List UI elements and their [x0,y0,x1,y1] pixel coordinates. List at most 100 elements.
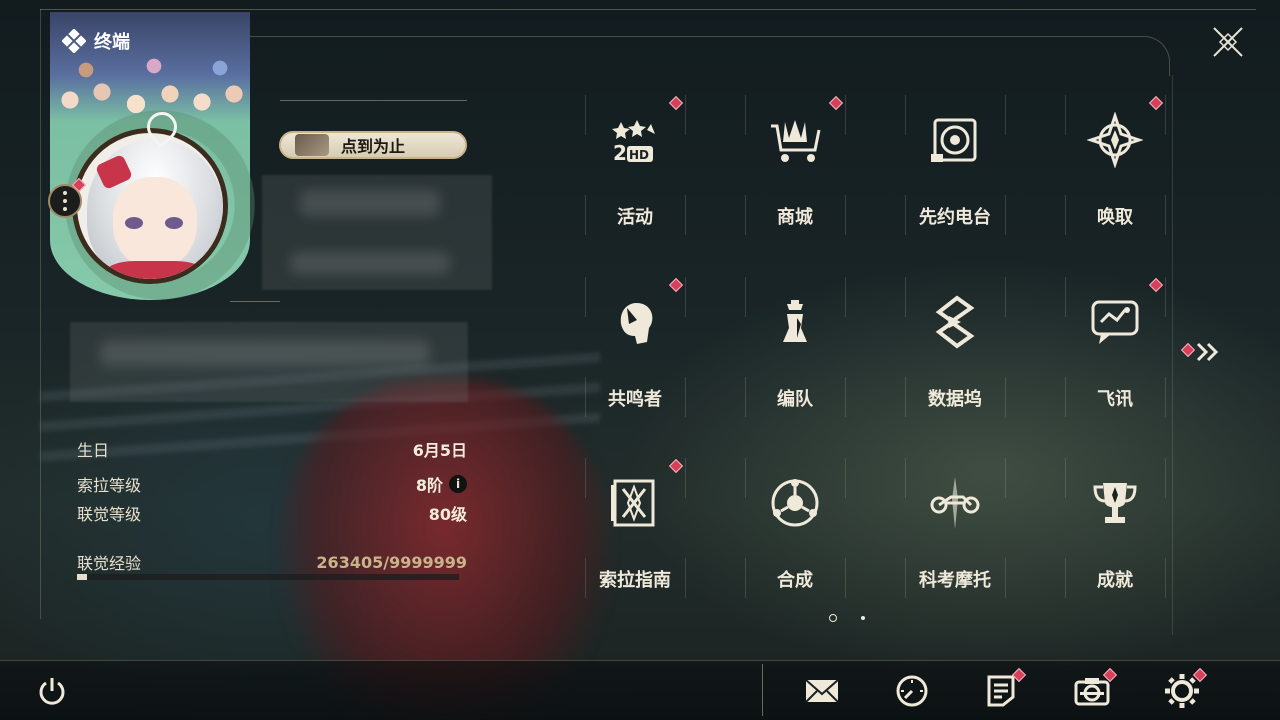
cell-frame-tick [685,195,686,235]
cell-frame-tick [1005,195,1006,235]
menu-item-resonator-head[interactable]: 共鸣者 [585,277,745,417]
team-chess-icon [767,294,823,350]
stat-sol-level: 索拉等级 8阶 i [77,472,467,496]
cell-frame-tick [905,458,906,498]
cell-frame-tick [1065,458,1066,498]
frame-inner-border [250,36,1170,76]
cell-frame-tick [745,458,746,498]
cell-frame-tick [1005,95,1006,135]
menu-item-motorbike[interactable]: 科考摩托 [905,458,1065,598]
menu-item-label: 成就 [1097,570,1133,591]
menu-item-shop-cart[interactable]: 商城 [745,95,905,235]
notice-button[interactable] [982,667,1027,710]
event-2hd-icon: 2 HD [607,112,663,168]
settings-button[interactable] [1163,667,1208,710]
menu-item-label: 活动 [617,207,653,228]
menu-item-label: 索拉指南 [599,570,671,591]
menu-item-label: 科考摩托 [919,570,991,591]
cell-frame-tick [1065,277,1066,317]
exp-progress-fill [77,574,88,580]
exp-progress-bar [77,574,459,580]
cell-frame-tick [685,458,686,498]
title-badge-button[interactable]: 点到为止 [279,131,467,159]
menu-item-synthesis[interactable]: 合成 [745,458,905,598]
motorbike-icon [927,475,983,531]
cell-frame-tick [585,458,586,498]
blurred-signature [100,340,430,366]
cell-frame-tick [685,277,686,317]
menu-item-label: 数据坞 [928,389,982,410]
cell-frame-tick [685,95,686,135]
cell-frame-tick [745,95,746,135]
bottom-divider [762,664,763,716]
cell-frame-tick [1005,277,1006,317]
exp-label: 联觉经验 [77,554,142,573]
cell-frame-tick [845,95,846,135]
close-icon [1213,27,1243,57]
data-bank-icon [927,294,983,350]
alert-dot [668,95,684,111]
mail-button[interactable] [803,672,841,710]
cell-frame-tick [1165,377,1166,417]
convene-compass-icon [1086,111,1144,169]
exp-value: 263405/9999999 [316,552,467,572]
stat-union-level: 联觉等级 80级 [77,501,467,525]
cell-frame-tick [1165,458,1166,498]
close-button[interactable] [1208,22,1248,62]
cell-frame-tick [845,458,846,498]
cell-frame-tick [905,277,906,317]
synthesis-icon [767,475,823,531]
menu-item-label: 唤取 [1097,207,1133,228]
cell-frame-tick [905,95,906,135]
power-button[interactable] [35,674,69,708]
camera-button[interactable] [1073,667,1118,710]
radio-icon [927,112,983,168]
cell-frame-tick [1165,277,1166,317]
cell-frame-tick [1005,458,1006,498]
page-title: 终端 [62,28,130,54]
badge-thumbnail [295,134,329,156]
shop-cart-icon [767,112,823,168]
time-button[interactable] [893,672,931,710]
power-icon [39,678,65,705]
frame-line-left [40,9,41,619]
menu-item-guidebook[interactable]: 索拉指南 [585,458,745,598]
svg-text:HD: HD [629,148,649,162]
frame-line-top [40,9,1256,10]
menu-item-trophy[interactable]: 成就 [1065,458,1225,598]
menu-item-label: 飞讯 [1097,389,1133,410]
alert-dot [1148,277,1164,293]
svg-text:2: 2 [613,141,627,165]
cell-frame-tick [845,277,846,317]
menu-item-team-chess[interactable]: 编队 [745,277,905,417]
stat-value: 80级 [428,505,467,524]
next-page-arrow-icon[interactable] [1196,340,1222,368]
menu-item-convene-compass[interactable]: 唤取 [1065,95,1225,235]
stat-birthday: 生日 6月5日 [77,437,467,461]
cell-frame-tick [1165,558,1166,598]
page-title-text: 终端 [94,32,130,53]
menu-item-label: 先约电台 [919,207,991,228]
guidebook-icon [607,475,663,531]
info-icon[interactable]: i [449,475,467,493]
avatar[interactable] [72,128,228,284]
page-dot[interactable] [861,616,865,620]
card-divider-line [230,301,280,302]
cell-frame-tick [585,95,586,135]
name-divider-line [280,100,467,101]
page-dot-active[interactable] [829,614,837,622]
stat-label: 联觉等级 [77,505,142,524]
menu-item-label: 商城 [777,207,813,228]
cell-frame-tick [745,277,746,317]
menu-item-data-bank[interactable]: 数据坞 [905,277,1065,417]
menu-item-event-2hd[interactable]: 2 HD 活动 [585,95,745,235]
stat-label: 生日 [77,441,110,460]
alert-dot [668,458,684,474]
alert-dot [1148,95,1164,111]
cell-frame-tick [845,377,846,417]
menu-item-radio[interactable]: 先约电台 [905,95,1065,235]
stat-union-exp: 联觉经验 263405/9999999 [77,550,467,574]
stat-value: 8阶 [415,476,443,495]
badge-label: 点到为止 [340,137,405,156]
clock-icon [893,672,931,714]
